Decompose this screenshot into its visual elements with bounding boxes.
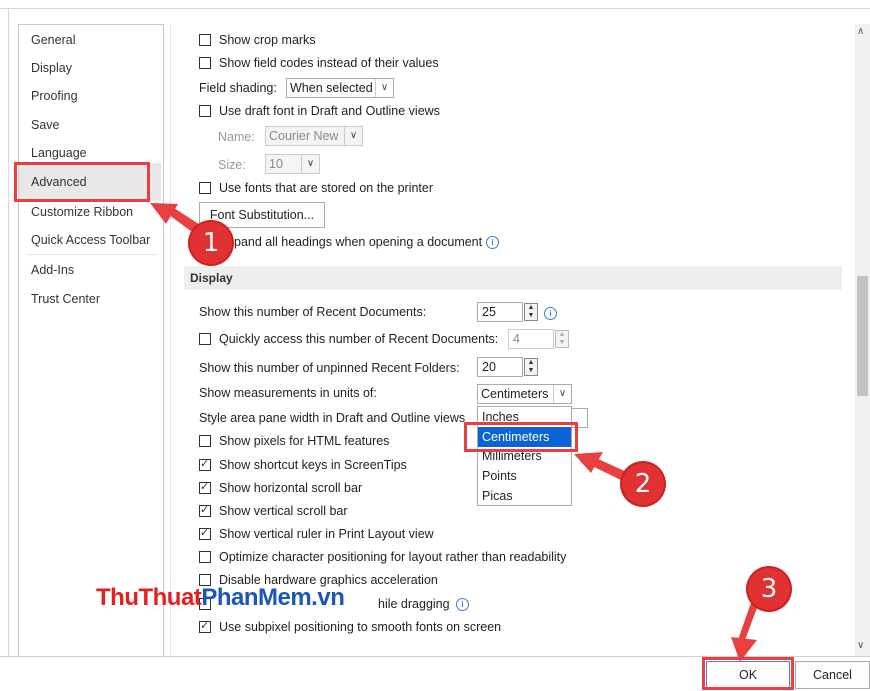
highlight-centimeters	[464, 422, 578, 452]
watermark-part2: PhanMem	[201, 584, 312, 611]
highlight-ok	[702, 657, 794, 690]
step-3-badge: 3	[748, 568, 790, 610]
step-1-badge: 1	[190, 222, 232, 264]
highlight-advanced	[14, 162, 150, 202]
watermark-part1: ThuThuat	[96, 584, 202, 611]
step-2-badge: 2	[622, 463, 664, 505]
watermark: ThuThuatPhanMem.vn	[96, 584, 345, 612]
watermark-part3: .vn	[311, 584, 345, 611]
